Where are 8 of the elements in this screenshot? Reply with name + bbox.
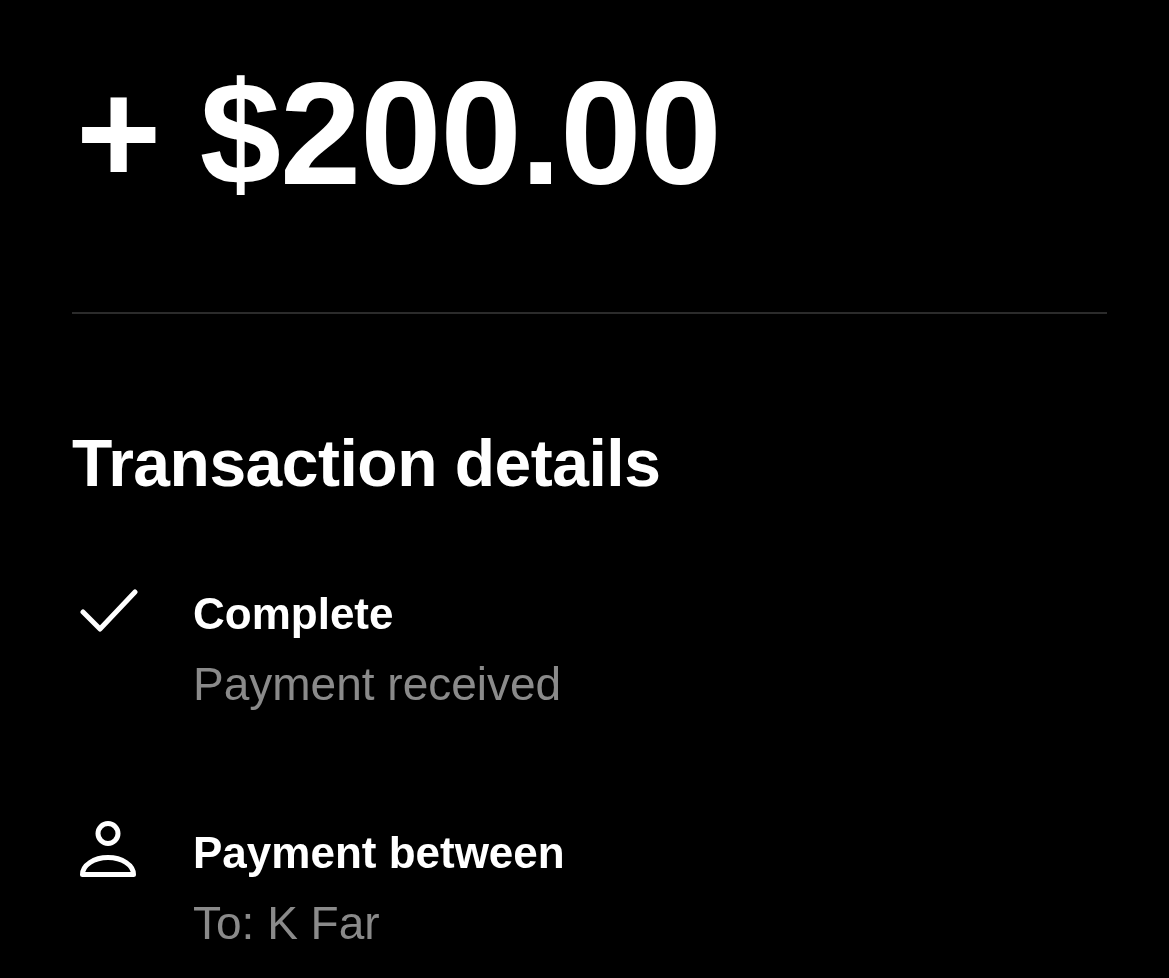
- amount-text: + $200.00: [76, 61, 721, 207]
- check-icon: [80, 588, 138, 633]
- detail-subtitle: To: K Far: [193, 895, 380, 951]
- detail-subtitle: Payment received: [193, 657, 562, 712]
- person-icon: [78, 820, 138, 879]
- section-title: Transaction details: [72, 425, 661, 502]
- detail-title: Complete: [193, 588, 394, 641]
- detail-title: Payment between: [193, 827, 565, 880]
